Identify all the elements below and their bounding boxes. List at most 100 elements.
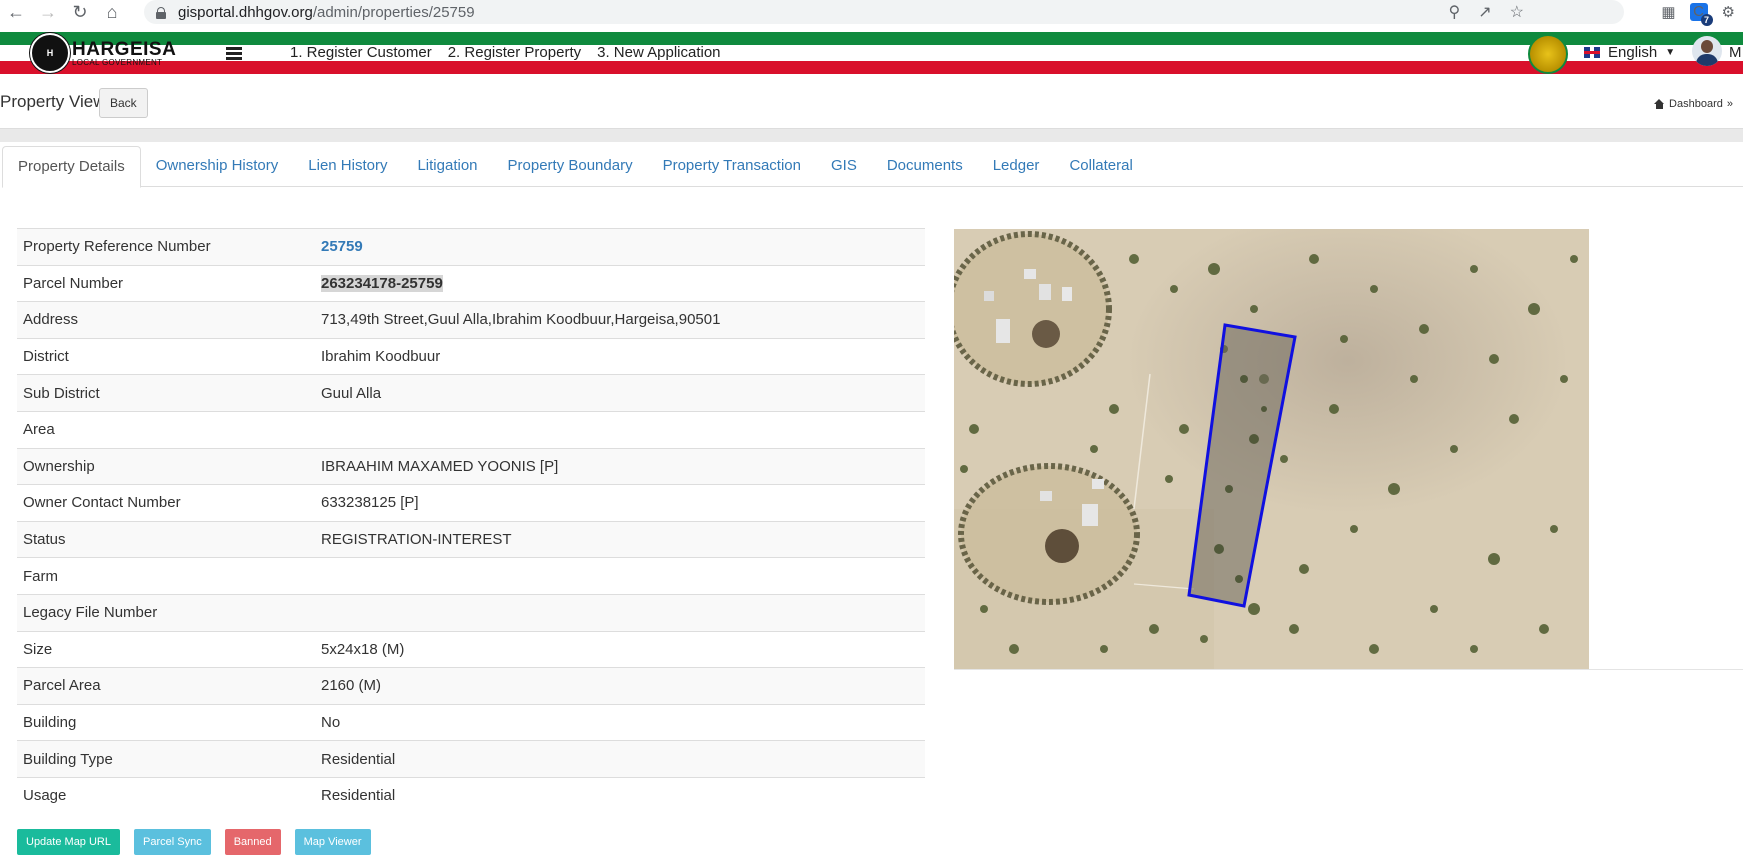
parcel-number-value: 263234178-25759 — [321, 274, 443, 292]
table-row: Sub District Guul Alla — [17, 374, 925, 412]
tab-ledger[interactable]: Ledger — [978, 146, 1055, 186]
row-value: 2160 (M) — [321, 677, 382, 695]
row-label: Building — [23, 714, 77, 732]
extension-badge-icon[interactable]: C7 — [1689, 3, 1713, 26]
table-row: Size 5x24x18 (M) — [17, 631, 925, 668]
back-arrow-icon[interactable]: ← — [0, 0, 32, 24]
row-value: No — [321, 714, 341, 732]
row-label: Farm — [23, 567, 58, 585]
banned-button[interactable]: Banned — [224, 829, 281, 855]
language-selector[interactable]: English ▼ — [1584, 44, 1675, 61]
zoom-icon[interactable]: ⚲ — [1449, 2, 1461, 22]
star-icon[interactable]: ☆ — [1510, 2, 1524, 22]
home-icon — [1654, 99, 1665, 109]
table-row: Ownership IBRAAHIM MAXAMED YOONIS [P] — [17, 448, 925, 485]
row-label: Status — [23, 531, 66, 549]
breadcrumb-dashboard[interactable]: Dashboard — [1669, 98, 1723, 110]
table-row: District Ibrahim Koodbuur — [17, 338, 925, 375]
table-row: Property Reference Number 25759 — [17, 228, 925, 266]
row-value — [315, 558, 925, 595]
table-row: Building Type Residential — [17, 740, 925, 778]
nav-register-property[interactable]: 2. Register Property — [448, 44, 581, 61]
language-label: English — [1608, 44, 1658, 61]
table-row: Address 713,49th Street,Guul Alla,Ibrahim… — [17, 301, 925, 339]
row-label: Parcel Area — [23, 677, 101, 695]
row-value: 263234178-25759 — [315, 265, 925, 302]
logo-emblem-icon: H — [30, 33, 70, 73]
table-row: Status REGISTRATION-INTEREST — [17, 521, 925, 558]
table-row: Usage Residential — [17, 777, 925, 814]
table-row: Owner Contact Number 633238125 [P] — [17, 484, 925, 522]
map-viewer-button[interactable]: Map Viewer — [294, 829, 371, 855]
tab-property-details[interactable]: Property Details — [2, 146, 141, 188]
top-nav: 1. Register Customer 2. Register Propert… — [290, 44, 721, 61]
tab-gis[interactable]: GIS — [816, 146, 872, 186]
row-label: Owner Contact Number — [23, 494, 181, 512]
page-title: Property View — [0, 92, 106, 111]
url-text[interactable]: gisportal.dhhgov.org/admin/properties/25… — [178, 4, 475, 21]
logo-subtitle: LOCAL GOVERNMENT — [72, 57, 163, 67]
divider — [954, 669, 1743, 670]
reload-icon[interactable]: ↻ — [64, 0, 96, 24]
table-row: Parcel Area 2160 (M) — [17, 667, 925, 705]
row-value: 713,49th Street,Guul Alla,Ibrahim Koodbu… — [321, 311, 721, 329]
row-label: Area — [23, 421, 55, 439]
row-label: Address — [23, 311, 79, 329]
row-label: Ownership — [23, 457, 95, 475]
row-label: Property Reference Number — [23, 238, 211, 256]
row-label: Building Type — [23, 750, 113, 768]
menu-toggle-icon[interactable] — [226, 47, 242, 60]
tab-litigation[interactable]: Litigation — [402, 146, 492, 186]
government-emblem-icon — [1528, 34, 1568, 74]
tab-property-boundary[interactable]: Property Boundary — [493, 146, 648, 186]
tab-lien-history[interactable]: Lien History — [293, 146, 402, 186]
row-value: 25759 — [315, 229, 925, 266]
table-row: Area — [17, 411, 925, 448]
breadcrumb: Dashboard » — [1654, 98, 1733, 110]
tab-documents[interactable]: Documents — [872, 146, 978, 186]
lock-icon — [156, 6, 166, 19]
property-reference-link[interactable]: 25759 — [321, 238, 363, 255]
tab-property-transaction[interactable]: Property Transaction — [648, 146, 816, 186]
row-value: Ibrahim Koodbuur — [321, 348, 441, 366]
nav-register-customer[interactable]: 1. Register Customer — [290, 44, 432, 61]
puzzle-extensions-icon[interactable]: ⚙ — [1722, 3, 1735, 21]
user-avatar[interactable] — [1692, 36, 1722, 66]
update-map-url-button[interactable]: Update Map URL — [17, 829, 120, 855]
uk-flag-icon — [1584, 47, 1600, 58]
table-row: Building No — [17, 704, 925, 741]
caret-down-icon: ▼ — [1665, 47, 1676, 58]
row-value: Residential — [321, 750, 396, 768]
tab-collateral[interactable]: Collateral — [1054, 146, 1147, 186]
site-logo[interactable]: H HARGEISA LOCAL GOVERNMENT — [30, 33, 176, 73]
row-value: 5x24x18 (M) — [321, 640, 405, 658]
row-value: IBRAAHIM MAXAMED YOONIS [P] — [321, 457, 559, 475]
row-label: Legacy File Number — [23, 604, 158, 622]
row-value: 633238125 [P] — [321, 494, 419, 512]
row-label: Parcel Number — [23, 274, 124, 292]
site-header: H HARGEISA LOCAL GOVERNMENT 1. Register … — [0, 32, 1743, 74]
back-button[interactable]: Back — [99, 88, 148, 118]
nav-new-application[interactable]: 3. New Application — [597, 44, 720, 61]
row-label: Size — [23, 640, 53, 658]
user-name[interactable]: M — [1729, 44, 1742, 61]
parcel-sync-button[interactable]: Parcel Sync — [134, 829, 211, 855]
share-icon[interactable]: ↗ — [1478, 2, 1491, 22]
action-buttons: Update Map URL Parcel Sync Banned Map Vi… — [17, 829, 371, 855]
row-label: Usage — [23, 787, 67, 805]
row-value: Residential — [321, 787, 396, 805]
address-bar[interactable]: gisportal.dhhgov.org/admin/properties/25… — [144, 0, 1624, 24]
forward-arrow-icon[interactable]: → — [32, 0, 64, 24]
table-row: Farm — [17, 557, 925, 595]
row-value: Guul Alla — [321, 384, 382, 402]
divider — [0, 129, 1743, 142]
table-row: Legacy File Number — [17, 594, 925, 632]
row-value: REGISTRATION-INTEREST — [321, 531, 512, 549]
parcel-map-image — [954, 229, 1589, 669]
row-value — [315, 411, 925, 448]
qr-code-icon[interactable]: ▦ — [1661, 3, 1675, 21]
tab-ownership-history[interactable]: Ownership History — [141, 146, 294, 186]
home-icon[interactable]: ⌂ — [96, 0, 128, 24]
row-label: District — [23, 348, 69, 366]
logo-title: HARGEISA — [72, 38, 177, 60]
